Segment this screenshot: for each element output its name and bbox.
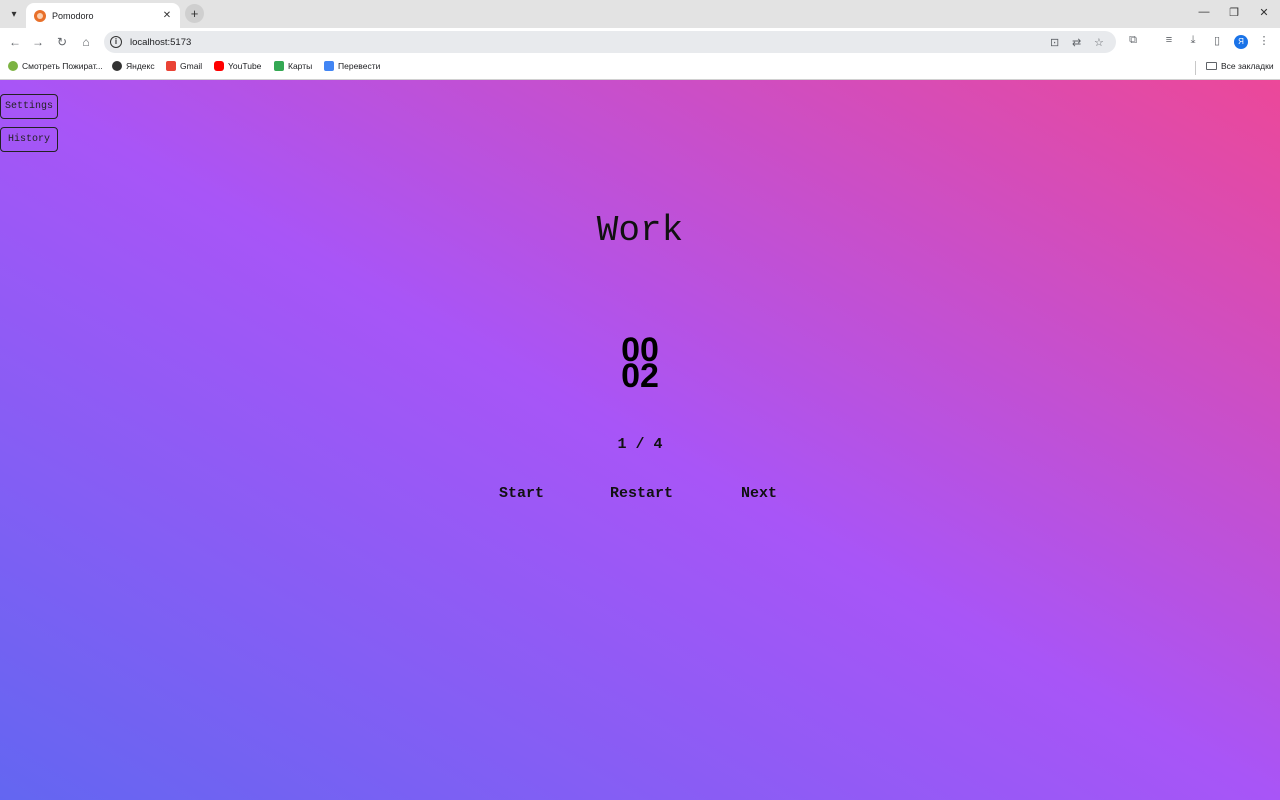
bookmarks-bar: Смотреть Пожират... Яндекс Gmail YouTube… xyxy=(0,56,1280,80)
bookmark-label: YouTube xyxy=(228,61,262,71)
bookmark-item[interactable]: YouTube xyxy=(214,61,261,71)
tab-search-chevron-icon[interactable]: ▾ xyxy=(4,4,24,24)
back-arrow-icon[interactable]: ← xyxy=(7,34,23,50)
all-bookmarks-button[interactable]: Все закладки xyxy=(1206,61,1274,71)
pomodoro-app: Settings History Work 00 02 1 / 4 Start … xyxy=(0,80,1280,800)
bookmark-label: Яндекс xyxy=(126,61,155,71)
browser-tab-pomodoro[interactable]: Pomodoro ✕ xyxy=(26,3,180,28)
media-controls-icon[interactable]: ≡ xyxy=(1161,34,1177,46)
restore-window-button[interactable]: ❐ xyxy=(1219,6,1249,19)
maps-icon xyxy=(274,61,284,71)
youtube-icon xyxy=(214,61,224,71)
next-button[interactable]: Next xyxy=(741,485,777,502)
side-panel-icon[interactable]: ▯ xyxy=(1209,34,1225,47)
bookmark-label: Перевести xyxy=(338,61,381,71)
timer-seconds: 02 xyxy=(621,357,659,395)
translate-icon[interactable]: ⇄ xyxy=(1072,36,1081,49)
tab-favicon-icon xyxy=(34,9,46,22)
forward-arrow-icon[interactable]: → xyxy=(30,34,46,50)
downloads-icon[interactable]: ⤓ xyxy=(1185,34,1201,47)
mode-title: Work xyxy=(596,210,684,251)
bookmark-label: Карты xyxy=(288,61,313,71)
new-tab-button[interactable]: + xyxy=(185,4,204,23)
close-window-button[interactable]: ✕ xyxy=(1249,6,1279,19)
round-counter: 1 / 4 xyxy=(617,436,663,453)
bookmark-label: Gmail xyxy=(180,61,203,71)
browser-toolbar: ← → ↻ ⌂ i localhost:5173 ⊡ ⇄ ☆ ⧉ ≡ ⤓ ▯ Я… xyxy=(0,28,1280,56)
address-url[interactable]: localhost:5173 xyxy=(130,37,191,48)
bookmark-item[interactable]: Смотреть Пожират... xyxy=(8,61,103,71)
reload-icon[interactable]: ↻ xyxy=(54,34,70,50)
all-bookmarks-label: Все закладки xyxy=(1221,61,1274,71)
folder-icon xyxy=(1206,62,1217,70)
translate-icon xyxy=(324,61,334,71)
gmail-icon xyxy=(166,61,176,71)
bookmark-item[interactable]: Карты xyxy=(274,61,312,71)
tab-close-icon[interactable]: ✕ xyxy=(160,10,174,21)
extensions-icon[interactable]: ⧉ xyxy=(1125,34,1141,47)
home-icon[interactable]: ⌂ xyxy=(78,34,94,50)
bookmark-item[interactable]: Яндекс xyxy=(112,61,155,71)
profile-avatar[interactable]: Я xyxy=(1234,35,1248,49)
start-button[interactable]: Start xyxy=(499,485,544,502)
bookmark-favicon-icon xyxy=(8,61,18,71)
timer-display: 00 02 xyxy=(0,333,1280,395)
settings-button[interactable]: Settings xyxy=(0,94,58,119)
tab-title: Pomodoro xyxy=(52,10,94,21)
site-info-icon[interactable]: i xyxy=(110,36,122,48)
bookmark-label: Смотреть Пожират... xyxy=(22,61,103,71)
address-bar[interactable]: i localhost:5173 ⊡ ⇄ ☆ xyxy=(104,31,1116,53)
bookmark-item[interactable]: Gmail xyxy=(166,61,202,71)
bookmark-star-icon[interactable]: ☆ xyxy=(1094,36,1104,49)
bookmark-item[interactable]: Перевести xyxy=(324,61,380,71)
restart-button[interactable]: Restart xyxy=(610,485,673,502)
install-app-icon[interactable]: ⊡ xyxy=(1050,36,1059,49)
browser-menu-icon[interactable]: ⋮ xyxy=(1256,34,1272,47)
globe-icon xyxy=(112,61,122,71)
bookmarks-divider xyxy=(1195,61,1196,75)
minimize-window-button[interactable]: — xyxy=(1189,6,1219,18)
history-button[interactable]: History xyxy=(0,127,58,152)
browser-tab-strip: ▾ Pomodoro ✕ + — ❐ ✕ xyxy=(0,0,1280,28)
